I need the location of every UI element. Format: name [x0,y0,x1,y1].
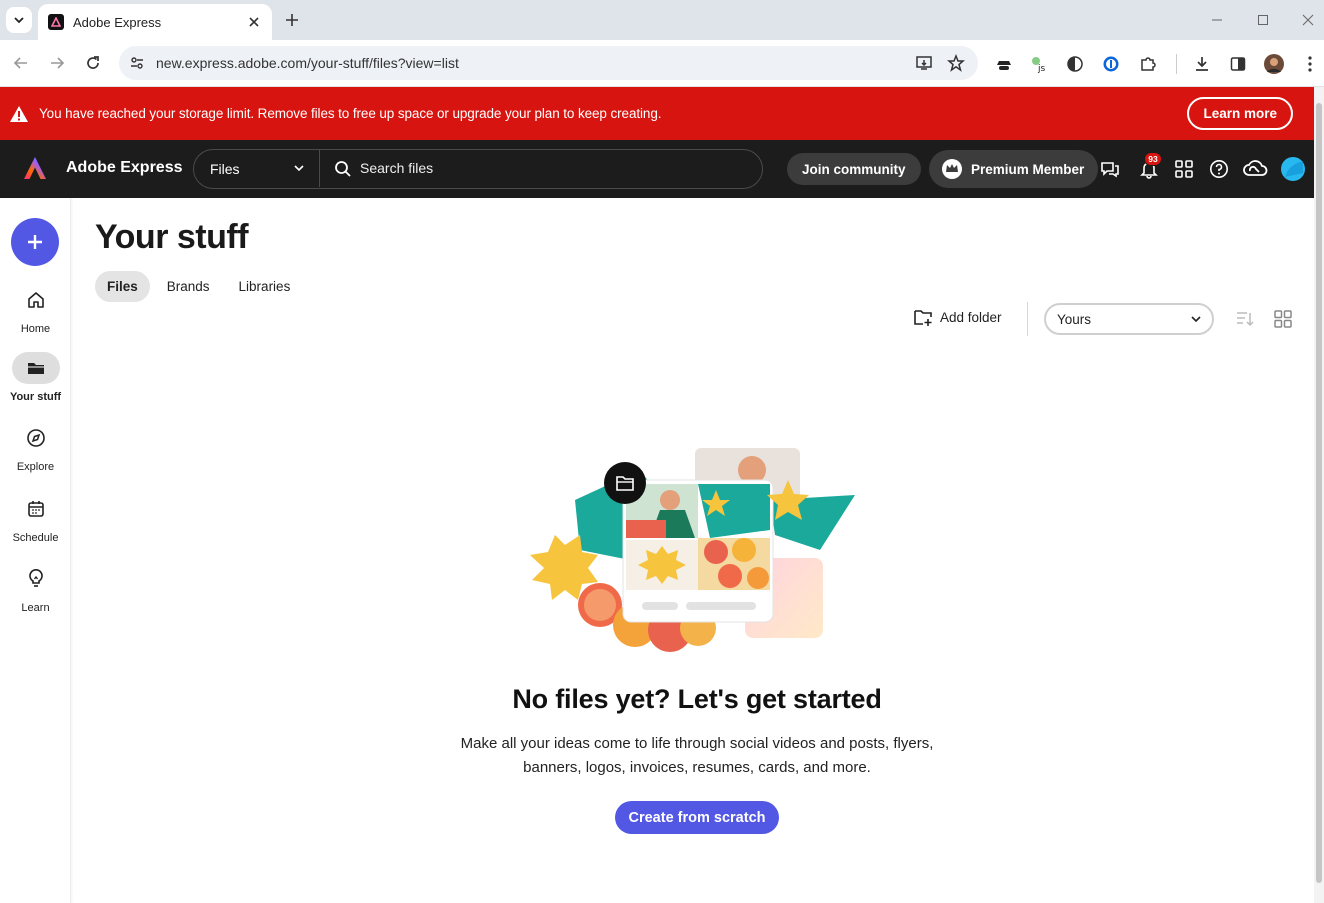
create-new-button[interactable] [11,218,59,266]
tab-libraries[interactable]: Libraries [227,271,303,302]
toolbar-divider [1027,302,1028,336]
premium-label: Premium Member [971,161,1085,177]
chevron-down-icon [1191,316,1201,323]
page-scrollbar[interactable] [1314,87,1324,903]
lightbulb-icon [12,563,60,595]
sort-icon[interactable] [1235,309,1255,329]
app-header: Adobe Express Files Search files Join co… [0,140,1314,198]
tab-brands[interactable]: Brands [155,271,222,302]
forward-icon[interactable] [47,53,67,73]
compass-icon [12,422,60,454]
nav-your-stuff[interactable]: Your stuff [0,352,71,403]
profile-avatar[interactable] [1263,53,1285,75]
maximize-icon[interactable] [1253,10,1273,30]
tab-search-button[interactable] [6,7,32,33]
bookmark-star-icon[interactable] [946,53,966,73]
svg-text:js: js [1037,64,1046,73]
scrollbar-thumb[interactable] [1316,103,1322,883]
crown-icon [942,159,962,179]
empty-state-illustration [530,448,855,652]
browser-tab-strip: Adobe Express [0,0,1324,40]
nav-home-label: Home [20,323,51,335]
back-icon[interactable] [11,53,31,73]
owner-filter-value: Yours [1057,311,1092,327]
side-panel-icon[interactable] [1227,53,1249,75]
search-input[interactable]: Search files [360,160,433,176]
nav-your-stuff-label: Your stuff [9,391,62,403]
address-bar[interactable]: new.express.adobe.com/your-stuff/files?v… [119,46,978,80]
close-window-icon[interactable] [1298,10,1318,30]
nav-learn[interactable]: Learn [0,563,71,614]
close-tab-icon[interactable] [246,14,262,30]
left-nav-rail: Home Your stuff Explore Schedule Learn [0,198,71,903]
add-folder-icon [914,310,932,326]
reload-icon[interactable] [83,53,103,73]
storage-limit-banner: You have reached your storage limit. Rem… [0,87,1314,140]
extensions-puzzle-icon[interactable] [1137,53,1159,75]
nav-explore[interactable]: Explore [0,422,71,473]
add-folder-label: Add folder [940,309,1002,325]
tab-title: Adobe Express [73,14,162,30]
chevron-down-icon [294,165,304,172]
calendar-icon [12,493,60,525]
page-title: Your stuff [95,218,249,256]
browser-menu-icon[interactable] [1299,53,1321,75]
empty-state-description: Make all your ideas come to life through… [460,735,934,776]
join-community-button[interactable]: Join community [787,153,921,185]
downloads-icon[interactable] [1191,53,1213,75]
chat-icon[interactable] [1098,157,1122,181]
content-tabs: Files Brands Libraries [95,271,307,302]
nav-schedule-label: Schedule [12,532,59,544]
adobe-express-favicon [48,14,64,30]
folder-icon [11,352,60,384]
extension-password-icon[interactable] [1100,53,1122,75]
grid-view-icon[interactable] [1273,309,1293,329]
apps-grid-icon[interactable] [1172,157,1196,181]
toolbar-divider [1176,54,1177,74]
owner-filter-dropdown[interactable]: Yours [1044,303,1214,335]
alert-icon [9,104,29,124]
chevron-down-icon [14,17,24,24]
banner-message: You have reached your storage limit. Rem… [39,106,662,121]
create-from-scratch-button[interactable]: Create from scratch [615,801,779,834]
minimize-icon[interactable] [1207,10,1227,30]
nav-learn-label: Learn [21,602,50,614]
install-app-icon[interactable] [914,53,934,73]
adobe-express-logo[interactable] [22,155,48,181]
nav-schedule[interactable]: Schedule [0,493,71,544]
notification-count-badge: 93 [1144,152,1162,166]
user-avatar[interactable] [1281,157,1305,181]
search-icon [335,161,351,177]
premium-member-button[interactable]: Premium Member [929,150,1099,188]
search-scope-dropdown[interactable]: Files [194,150,320,187]
extension-spy-icon[interactable] [993,53,1015,75]
site-settings-icon[interactable] [122,48,152,78]
browser-toolbar: new.express.adobe.com/your-stuff/files?v… [0,40,1324,87]
empty-state-title: No files yet? Let's get started [512,684,882,714]
url-text[interactable]: new.express.adobe.com/your-stuff/files?v… [156,55,914,71]
nav-home[interactable]: Home [0,284,71,335]
extension-js-icon[interactable]: js [1029,53,1051,75]
brand-name[interactable]: Adobe Express [66,159,182,177]
browser-tab[interactable]: Adobe Express [38,4,272,40]
creative-cloud-icon[interactable] [1241,157,1269,181]
tab-files[interactable]: Files [95,271,150,302]
extension-contrast-icon[interactable] [1064,53,1086,75]
help-icon[interactable] [1207,157,1231,181]
new-tab-icon[interactable] [282,10,302,30]
learn-more-button[interactable]: Learn more [1187,97,1293,130]
search-bar: Files Search files [193,149,763,189]
plus-icon [28,235,42,249]
search-scope-label: Files [210,160,240,177]
home-icon [12,284,60,316]
add-folder-button[interactable]: Add folder [913,307,1002,327]
nav-explore-label: Explore [16,461,55,473]
